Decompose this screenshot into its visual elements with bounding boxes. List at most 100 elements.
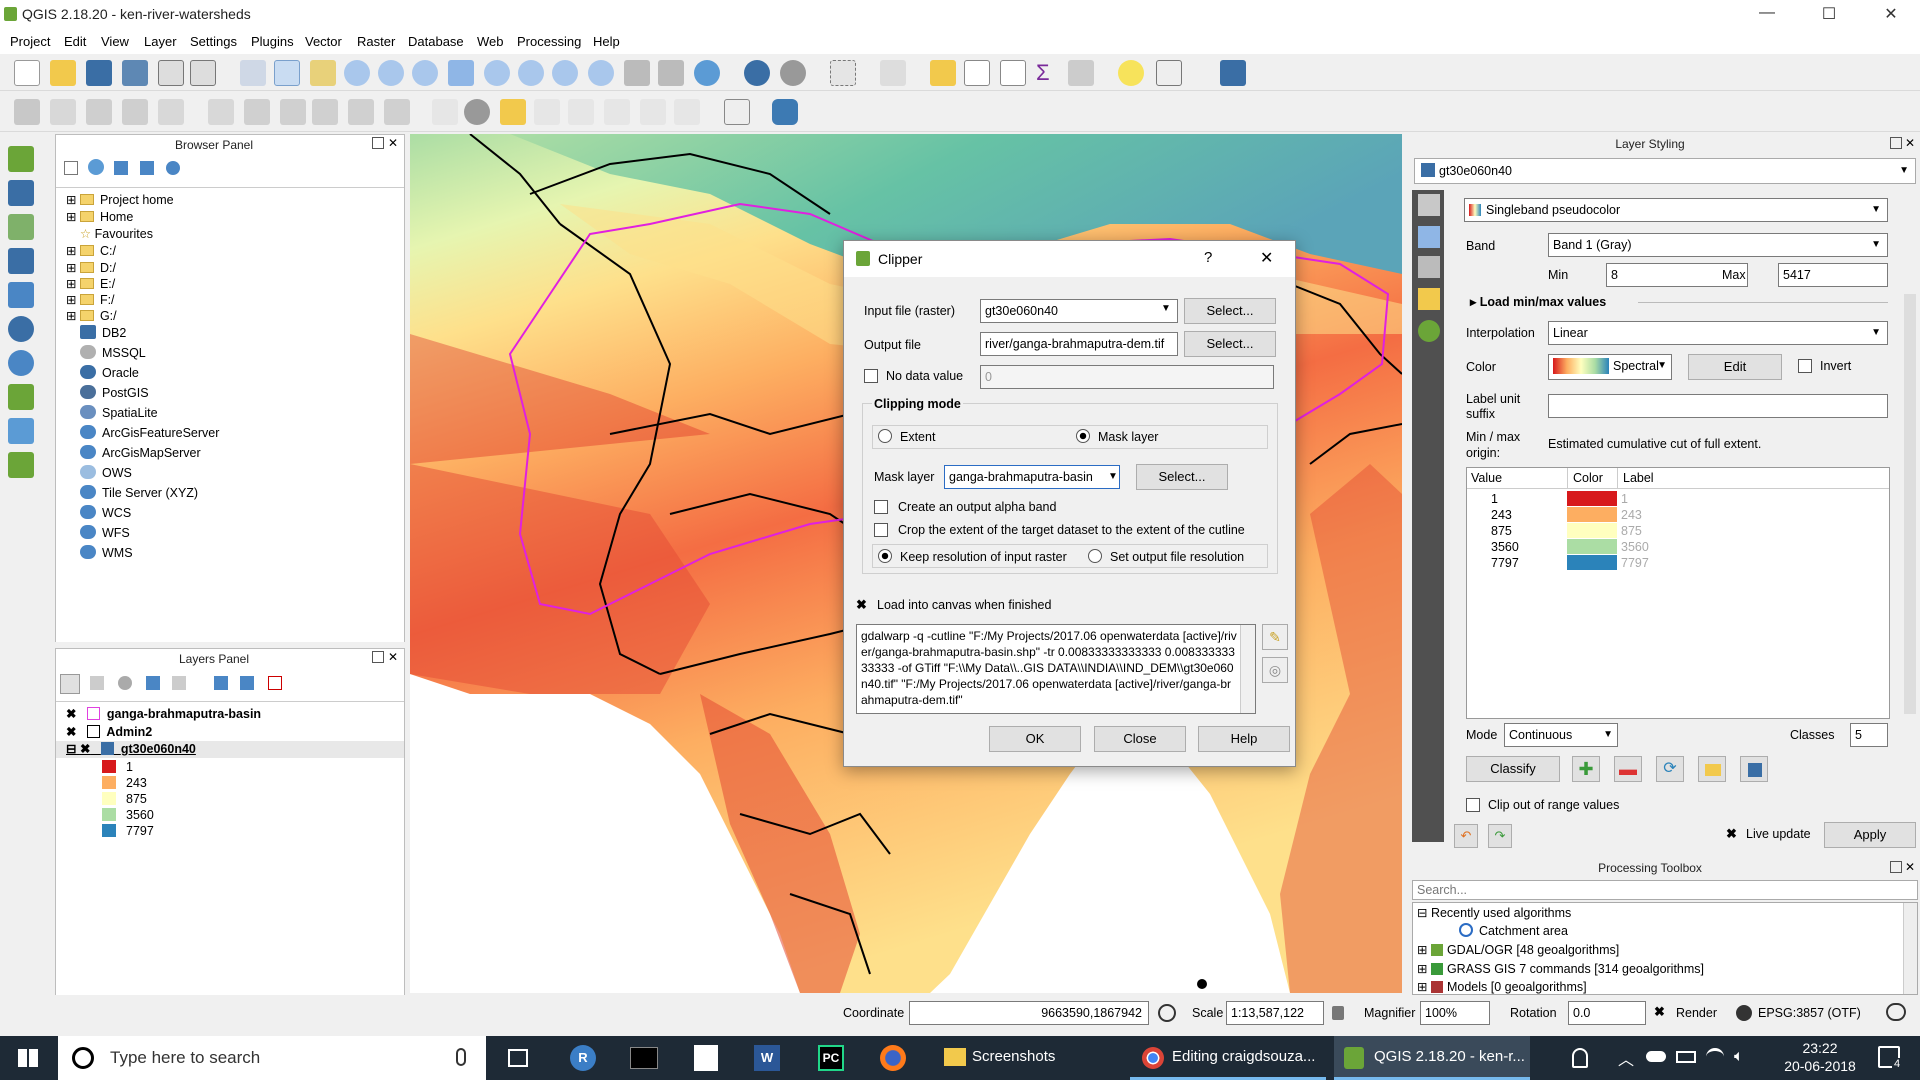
layer-row-basin[interactable]: ✖ ganga-brahmaputra-basin [66, 706, 261, 721]
style-manager-icon[interactable] [60, 674, 80, 694]
invert-checkbox[interactable] [1798, 359, 1812, 373]
style-manager-tab-icon[interactable] [1418, 288, 1440, 310]
current-edits-icon[interactable] [14, 99, 40, 125]
open-project-icon[interactable] [50, 60, 76, 86]
panel-close-icon[interactable]: ✕ [1905, 136, 1915, 150]
expand-all-icon[interactable] [214, 676, 228, 690]
browser-item-ows[interactable]: OWS [80, 465, 132, 480]
label-suffix-field[interactable] [1548, 394, 1888, 418]
composer-manager-icon[interactable] [190, 60, 216, 86]
apply-button[interactable]: Apply [1824, 822, 1916, 848]
attribute-table-icon[interactable] [964, 60, 990, 86]
nodata-field[interactable]: 0 [980, 365, 1274, 389]
interpolation-select[interactable]: Linear ▼ [1548, 321, 1888, 345]
menu-help[interactable]: Help [593, 34, 620, 49]
taskbar-search-box[interactable]: Type here to search [58, 1036, 486, 1080]
firefox-icon[interactable] [880, 1045, 906, 1071]
browser-item-project-home[interactable]: ⊞ Project home [66, 192, 174, 207]
lock-scale-icon[interactable] [1332, 1006, 1344, 1020]
dialog-help-button[interactable]: ? [1204, 249, 1212, 266]
transparency-tab-icon[interactable] [1418, 226, 1440, 248]
panel-float-icon[interactable] [372, 137, 384, 149]
action-icon[interactable] [780, 60, 806, 86]
new-shapefile-icon[interactable] [8, 418, 34, 444]
table-row[interactable]: 875 875 [1467, 523, 1889, 539]
pan-to-selection-icon[interactable] [310, 60, 336, 86]
render-checkbox[interactable]: ✖ [1654, 1004, 1665, 1020]
refresh-classes-icon[interactable]: ⟳ [1656, 756, 1684, 782]
add-class-icon[interactable]: ✚ [1572, 756, 1600, 782]
dropdown-arrow-icon[interactable]: ▼ [1108, 471, 1118, 482]
remove-class-icon[interactable]: ▬ [1614, 756, 1642, 782]
browser-item-wms[interactable]: WMS [80, 545, 133, 560]
history-tab-icon[interactable] [1418, 320, 1440, 342]
browser-item-arcgis-map[interactable]: ArcGisMapServer [80, 445, 201, 460]
crs-globe-icon[interactable] [1736, 1005, 1752, 1021]
max-field[interactable]: 5417 [1778, 263, 1888, 287]
add-group-icon[interactable] [90, 676, 104, 690]
maximize-button[interactable]: ☐ [1806, 4, 1852, 24]
table-row[interactable]: 7797 7797 [1467, 555, 1889, 571]
manage-visibility-icon[interactable] [118, 676, 132, 690]
pycharm-icon[interactable]: PC [818, 1045, 844, 1071]
zoom-selection-icon[interactable] [484, 60, 510, 86]
task-view-icon[interactable] [508, 1049, 528, 1067]
browser-refresh-icon[interactable] [88, 159, 104, 175]
show-hide-labels-icon[interactable] [568, 99, 594, 125]
magnifier-field[interactable]: 100% [1420, 1001, 1490, 1025]
keep-resolution-radio[interactable] [878, 549, 892, 563]
command-text-area[interactable]: gdalwarp -q -cutline "F:/My Projects/201… [856, 624, 1256, 714]
undo-style-icon[interactable]: ↶ [1454, 824, 1478, 848]
label-highlight-icon[interactable] [500, 99, 526, 125]
new-project-icon[interactable] [14, 60, 40, 86]
pan-icon[interactable] [274, 60, 300, 86]
clock-date[interactable]: 20-06-2018 [1776, 1058, 1864, 1074]
add-raster-layer-icon[interactable] [8, 180, 34, 206]
extent-radio[interactable] [878, 429, 892, 443]
histogram-tab-icon[interactable] [1418, 256, 1440, 278]
refresh-icon[interactable] [694, 60, 720, 86]
cut-icon[interactable] [312, 99, 338, 125]
messages-icon[interactable] [1886, 1003, 1906, 1021]
mask-layer-radio[interactable] [1076, 429, 1090, 443]
change-label-icon[interactable] [674, 99, 700, 125]
col-value[interactable]: Value [1471, 471, 1502, 485]
zoom-layer-icon[interactable] [518, 60, 544, 86]
move-label-icon[interactable] [604, 99, 630, 125]
input-file-select[interactable]: gt30e060n40 [980, 299, 1178, 323]
browser-item-wcs[interactable]: WCS [80, 505, 131, 520]
browser-item-arcgis-feature[interactable]: ArcGisFeatureServer [80, 425, 219, 440]
classify-button[interactable]: Classify [1466, 756, 1560, 782]
dropdown-arrow-icon[interactable]: ▼ [1161, 303, 1171, 314]
mask-layer-select[interactable]: ganga-brahmaputra-basin [944, 465, 1120, 489]
table-row[interactable]: 243 243 [1467, 507, 1889, 523]
menu-web[interactable]: Web [477, 34, 504, 49]
onedrive-icon[interactable] [1646, 1051, 1666, 1062]
zoom-full-icon[interactable] [448, 60, 474, 86]
pin-labels-icon[interactable] [534, 99, 560, 125]
collapse-icon[interactable]: ⊟ [66, 742, 76, 756]
remove-layer-icon[interactable] [268, 676, 282, 690]
ok-button[interactable]: OK [989, 726, 1081, 752]
checked-checkbox-icon[interactable]: ✖ [80, 742, 90, 756]
add-wms-icon[interactable] [8, 316, 34, 342]
wifi-icon[interactable] [1706, 1048, 1724, 1066]
field-calculator-icon[interactable] [1000, 60, 1026, 86]
snipping-tool-icon[interactable] [694, 1045, 718, 1071]
help-button[interactable]: Help [1198, 726, 1290, 752]
edit-command-pencil-icon[interactable]: ✎ [1262, 624, 1288, 650]
input-select-button[interactable]: Select... [1184, 298, 1276, 324]
add-postgis-icon[interactable] [8, 248, 34, 274]
chevron-up-icon[interactable]: ︿ [1618, 1046, 1634, 1070]
toggle-editing-icon[interactable] [50, 99, 76, 125]
taskbar-item-screenshots[interactable]: Screenshots [932, 1036, 1132, 1080]
coordinate-field[interactable]: 9663590,1867942 [909, 1001, 1149, 1025]
browser-item-db2[interactable]: DB2 [80, 325, 126, 340]
rotation-field[interactable]: 0.0 [1568, 1001, 1646, 1025]
zoom-last-icon[interactable] [552, 60, 578, 86]
checked-checkbox-icon[interactable]: ✖ [66, 725, 76, 739]
menu-vector[interactable]: Vector [305, 34, 342, 49]
text-annotation-icon[interactable] [1156, 60, 1182, 86]
toolbox-item-recent[interactable]: ⊟ Recently used algorithms [1417, 905, 1571, 920]
paste-icon[interactable] [384, 99, 410, 125]
